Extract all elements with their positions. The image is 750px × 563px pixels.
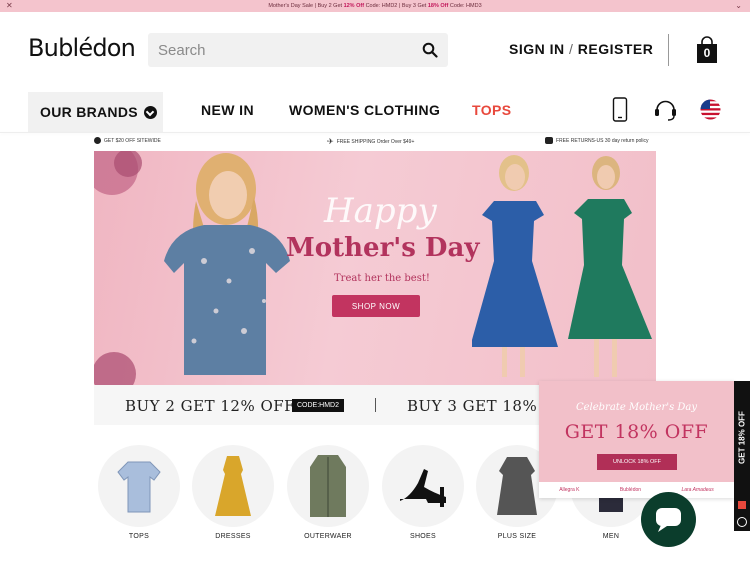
- category-outerwear[interactable]: OUTERWAER: [287, 445, 369, 540]
- shirt-icon: [117, 461, 161, 513]
- codes-divider: [375, 398, 376, 412]
- account-links: SIGN IN / REGISTER: [509, 41, 653, 57]
- gift-icon[interactable]: [738, 501, 746, 509]
- customer-service-icon[interactable]: [653, 97, 678, 122]
- offer-buy3: BUY 3 GET 18% C: [407, 397, 555, 415]
- model-image-green-dress: [568, 156, 652, 377]
- hero-script-title: Happy: [324, 191, 437, 231]
- shop-now-button[interactable]: SHOP NOW: [332, 295, 420, 317]
- chat-bubble-icon: [656, 508, 681, 532]
- cart-button[interactable]: 0: [696, 36, 718, 64]
- hero-headline: Mother's Day: [286, 233, 480, 263]
- info-shipping: ✈ FREE SHIPPING Order Over $49+: [327, 137, 415, 146]
- nav-tops[interactable]: TOPS: [472, 102, 511, 118]
- code-badge: CODE:HMD2: [292, 399, 345, 412]
- category-tops[interactable]: TOPS: [98, 445, 180, 540]
- return-box-icon: [545, 137, 553, 144]
- us-flag-icon[interactable]: [700, 99, 721, 120]
- promo-text: Mother's Day Sale | Buy 2 Get 12% Off Co…: [268, 3, 482, 9]
- popup-brand: Bublédon: [619, 487, 642, 493]
- category-label: MEN: [602, 533, 620, 540]
- info-sitewide: GET $20 OFF SITEWIDE: [94, 137, 161, 144]
- chat-button[interactable]: [641, 492, 696, 547]
- side-offer-label: GET 18% OFF: [737, 411, 747, 464]
- dress-icon: [497, 457, 537, 515]
- close-icon[interactable]: ✕: [6, 1, 13, 10]
- dress-icon: [215, 456, 251, 516]
- nav-our-brands-label: OUR BRANDS: [40, 104, 138, 120]
- nav-our-brands[interactable]: OUR BRANDS: [28, 92, 163, 132]
- chevron-down-icon: [143, 105, 157, 119]
- model-image-blouse: [164, 153, 290, 375]
- category-dresses[interactable]: DRESSES: [192, 445, 274, 540]
- search-box[interactable]: [148, 33, 448, 67]
- promo-bar[interactable]: ✕ Mother's Day Sale | Buy 2 Get 12% Off …: [0, 0, 750, 12]
- hero-banner[interactable]: Happy Mother's Day Treat her the best! S…: [94, 151, 656, 385]
- popup-offer: GET 18% OFF: [564, 421, 709, 443]
- side-tools: [734, 498, 750, 531]
- account-separator: /: [569, 41, 574, 57]
- category-label: DRESSES: [215, 533, 251, 540]
- chevron-down-icon[interactable]: ⌄: [735, 1, 742, 10]
- hero-subline: Treat her the best!: [334, 273, 430, 284]
- logo[interactable]: Bublédon: [28, 34, 136, 62]
- unlock-offer-button[interactable]: UNLOCK 18% OFF: [597, 454, 677, 470]
- category-label: TOPS: [128, 533, 150, 540]
- mobile-app-icon[interactable]: [612, 97, 628, 122]
- promo-popup[interactable]: Celebrate Mother's Day GET 18% OFF UNLOC…: [539, 381, 734, 498]
- nav-new-in[interactable]: NEW IN: [201, 102, 254, 118]
- search-input[interactable]: [156, 41, 410, 60]
- info-returns: FREE RETURNS-US 30 day return policy: [545, 137, 649, 144]
- popup-title: Celebrate Mother's Day: [575, 402, 698, 413]
- coat-icon: [310, 455, 346, 517]
- search-icon[interactable]: [422, 42, 438, 58]
- popup-brands: Allegra K Bublédon Lara Amadeus: [539, 482, 734, 498]
- nav-divider: [0, 132, 750, 133]
- side-offer-tab[interactable]: GET 18% OFF: [734, 381, 750, 498]
- offer-buy2: BUY 2 GET 12% OFF: [125, 397, 296, 415]
- register-link[interactable]: REGISTER: [578, 41, 654, 57]
- category-label: PLUS SIZE: [497, 533, 537, 540]
- category-label: OUTERWAER: [304, 533, 352, 540]
- category-shoes[interactable]: SHOES: [382, 445, 464, 540]
- gift-icon: [94, 137, 101, 144]
- clock-icon[interactable]: [737, 517, 747, 527]
- shoe-icon: [400, 469, 446, 507]
- plane-icon: ✈: [327, 137, 334, 146]
- model-image-blue-dress: [472, 155, 558, 377]
- header-divider: [668, 34, 669, 66]
- sign-in-link[interactable]: SIGN IN: [509, 41, 565, 57]
- nav-womens-clothing[interactable]: WOMEN'S CLOTHING: [289, 102, 440, 118]
- cart-count: 0: [703, 46, 711, 60]
- category-label: SHOES: [409, 533, 436, 540]
- popup-brand: Allegra K: [559, 487, 580, 493]
